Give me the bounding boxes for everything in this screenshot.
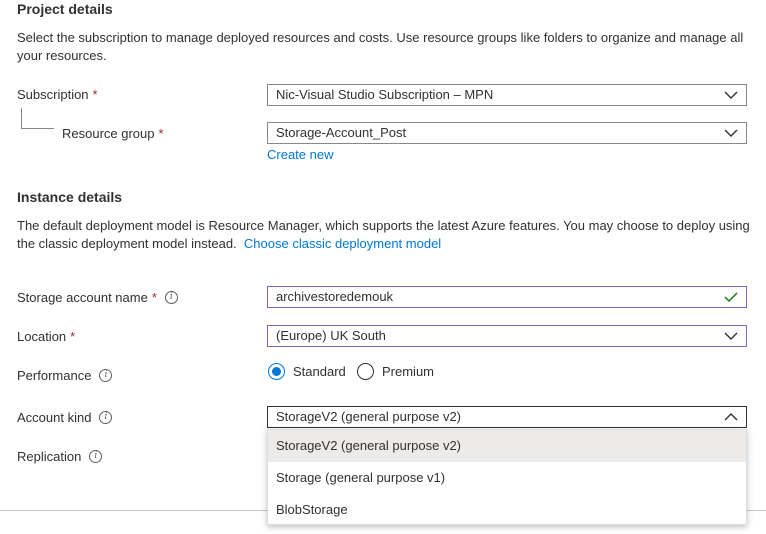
account-kind-option[interactable]: Storage (general purpose v1) bbox=[268, 462, 746, 494]
storage-account-name-input[interactable]: archivestoredemouk bbox=[267, 286, 747, 308]
account-kind-option[interactable]: StorageV2 (general purpose v2) bbox=[268, 430, 746, 462]
classic-deployment-link[interactable]: Choose classic deployment model bbox=[244, 236, 441, 251]
chevron-down-icon bbox=[724, 91, 738, 99]
tree-connector bbox=[21, 108, 54, 129]
info-icon[interactable]: i bbox=[99, 411, 113, 424]
footer-divider-right bbox=[747, 510, 766, 511]
info-icon[interactable]: i bbox=[99, 369, 113, 382]
project-description: Select the subscription to manage deploy… bbox=[17, 30, 744, 63]
project-details-heading: Project details bbox=[17, 1, 113, 17]
instance-details-heading: Instance details bbox=[17, 189, 123, 205]
account-kind-dropdown[interactable]: StorageV2 (general purpose v2) bbox=[267, 406, 747, 428]
performance-standard-radio[interactable]: Standard bbox=[268, 363, 346, 380]
performance-premium-radio[interactable]: Premium bbox=[357, 363, 434, 380]
account-kind-option[interactable]: BlobStorage bbox=[268, 494, 746, 526]
replication-label: Replication i bbox=[17, 449, 103, 464]
checkmark-icon bbox=[724, 292, 738, 303]
account-kind-label: Account kind i bbox=[17, 410, 113, 425]
instance-description: The default deployment model is Resource… bbox=[17, 218, 750, 251]
resource-group-dropdown[interactable]: Storage-Account_Post bbox=[267, 122, 747, 144]
account-kind-menu: StorageV2 (general purpose v2) Storage (… bbox=[267, 429, 747, 525]
create-new-link[interactable]: Create new bbox=[267, 147, 333, 162]
storage-account-name-label: Storage account name * i bbox=[17, 290, 178, 305]
chevron-down-icon bbox=[724, 332, 738, 340]
radio-unselected-icon bbox=[357, 363, 374, 380]
radio-selected-icon bbox=[268, 363, 285, 380]
performance-label: Performance i bbox=[17, 368, 113, 383]
info-icon[interactable]: i bbox=[89, 450, 103, 463]
info-icon[interactable]: i bbox=[164, 291, 178, 304]
subscription-dropdown[interactable]: Nic-Visual Studio Subscription – MPN bbox=[267, 84, 747, 106]
location-label: Location * bbox=[17, 329, 76, 344]
location-dropdown[interactable]: (Europe) UK South bbox=[267, 325, 747, 347]
footer-divider bbox=[0, 510, 267, 511]
chevron-down-icon bbox=[724, 129, 738, 137]
subscription-label: Subscription * bbox=[17, 87, 98, 102]
chevron-up-icon bbox=[724, 413, 738, 421]
resource-group-label: Resource group * bbox=[62, 126, 164, 141]
